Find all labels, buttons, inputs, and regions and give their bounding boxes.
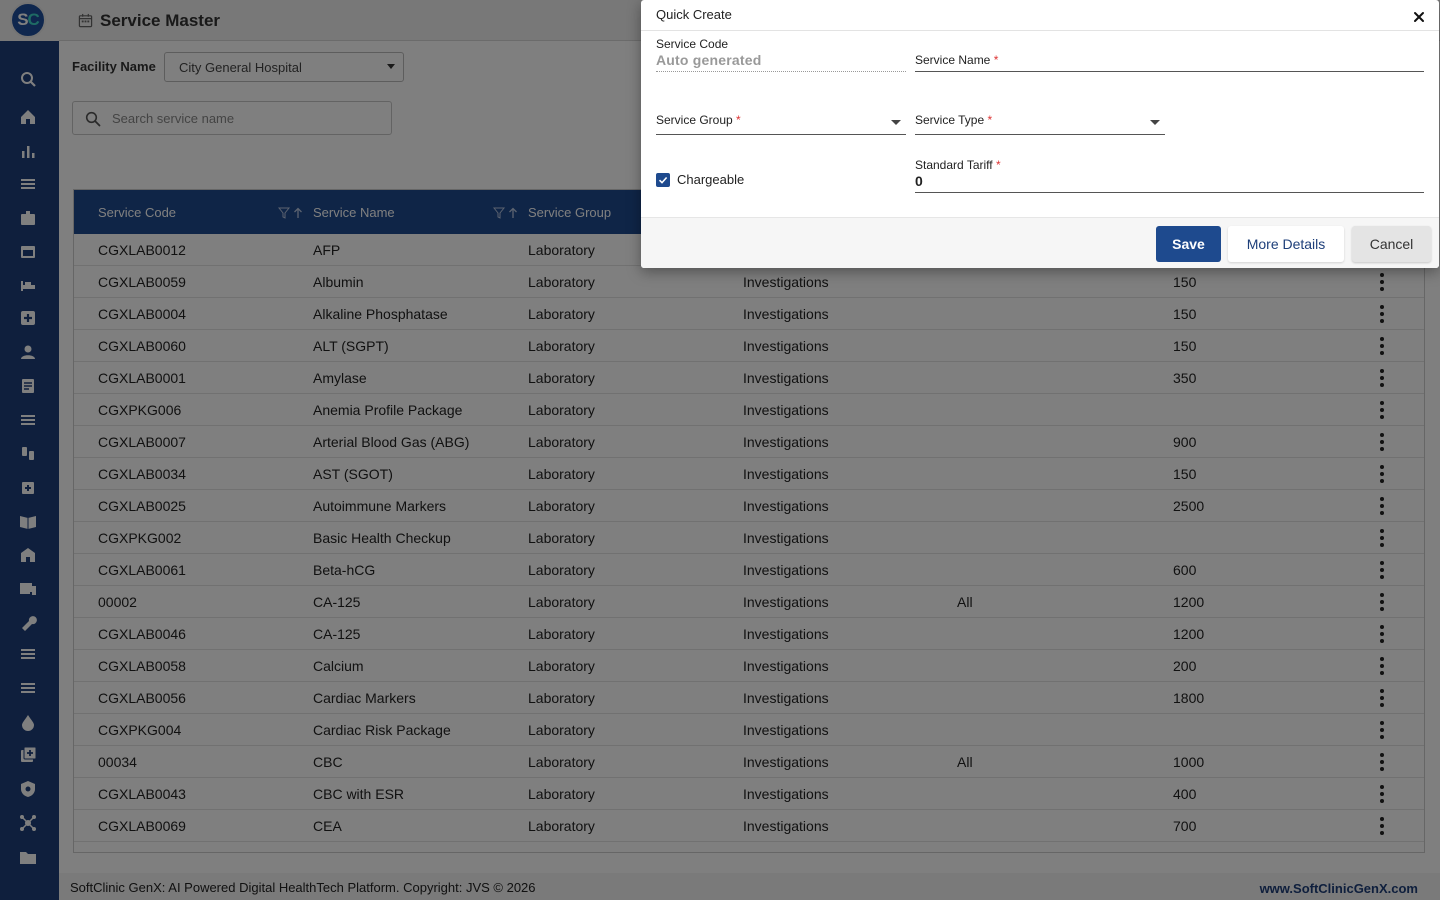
chevron-down-icon[interactable]: [1150, 120, 1160, 125]
required-marker: *: [736, 113, 741, 127]
service-code-label: Service Code: [656, 37, 729, 51]
cancel-button[interactable]: Cancel: [1352, 226, 1431, 262]
service-type-label: Service Type *: [915, 113, 993, 127]
dialog-title: Quick Create: [656, 7, 732, 22]
standard-tariff-label: Standard Tariff *: [915, 158, 1001, 172]
required-marker: *: [987, 113, 993, 127]
standard-tariff-input[interactable]: 0: [915, 173, 923, 189]
chevron-down-icon[interactable]: [891, 120, 901, 125]
service-group-select[interactable]: [656, 134, 906, 135]
more-details-button[interactable]: More Details: [1228, 226, 1344, 262]
check-icon: [658, 176, 668, 184]
service-name-input[interactable]: [915, 71, 1424, 72]
quick-create-dialog: Quick Create Service Code Auto generated…: [641, 0, 1439, 268]
service-group-label: Service Group *: [656, 113, 741, 127]
required-marker: *: [995, 158, 1001, 172]
save-button[interactable]: Save: [1156, 226, 1221, 262]
dialog-divider: [641, 30, 1439, 31]
service-code-value: Auto generated: [656, 52, 762, 68]
required-marker: *: [993, 53, 999, 67]
close-icon[interactable]: [1413, 11, 1425, 23]
service-type-select[interactable]: [915, 134, 1165, 135]
standard-tariff-underline: [915, 192, 1424, 193]
chargeable-label[interactable]: Chargeable: [677, 172, 744, 187]
chargeable-checkbox[interactable]: [656, 173, 670, 187]
dialog-actions: Save More Details Cancel: [641, 217, 1439, 268]
service-code-underline: [656, 71, 906, 72]
service-name-label: Service Name *: [915, 53, 999, 67]
